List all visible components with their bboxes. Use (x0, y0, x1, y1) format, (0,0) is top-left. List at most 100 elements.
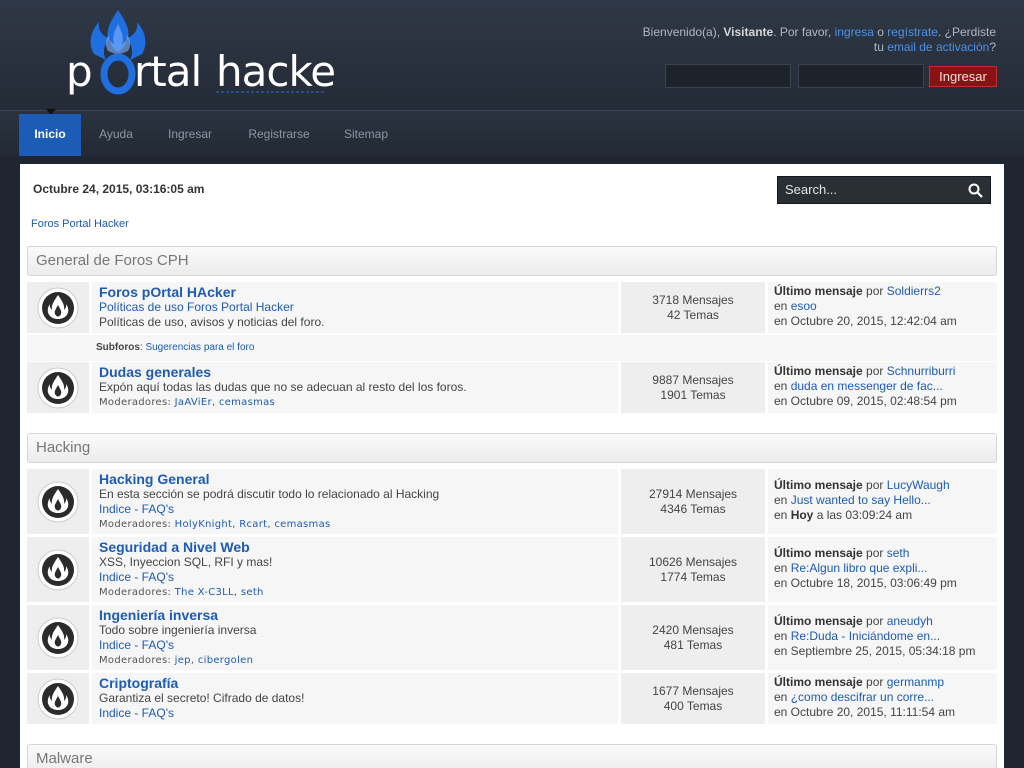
board-title-link[interactable]: Seguridad a Nivel Web (99, 540, 611, 555)
last-post-user-link[interactable]: LucyWaugh (887, 478, 950, 492)
board-row: Seguridad a Nivel Web XSS, Inyeccion SQL… (27, 537, 997, 602)
post-count: 9887 Mensajes (652, 372, 734, 387)
welcome-prefix: Bienvenido(a), (642, 25, 724, 39)
last-post-user-link[interactable]: Soldierrs2 (887, 284, 941, 298)
portal-hacker-logo[interactable]: p rtal hacker (66, 8, 336, 104)
moderator-link[interactable]: HolyKnight (175, 519, 233, 530)
board-faq-link[interactable]: Indice - FAQ's (99, 706, 611, 721)
moderator-link[interactable]: cibergolen (198, 655, 253, 666)
nav-item-registrarse[interactable]: Registrarse (236, 114, 322, 156)
board-stats: 3718 Mensajes 42 Temas (621, 282, 765, 333)
board-title-link[interactable]: Ingeniería inversa (99, 608, 611, 623)
last-post-topic-link[interactable]: Just wanted to say Hello... (791, 493, 931, 507)
nav-item-ingresar[interactable]: Ingresar (157, 114, 223, 156)
current-date: Octubre 24, 2015, 03:16:05 am (33, 182, 205, 196)
moderator-link[interactable]: jep (175, 655, 191, 666)
board-icon-cell (27, 673, 89, 724)
last-post-by: por (862, 478, 887, 492)
last-post-topic-link[interactable]: esoo (791, 299, 817, 313)
subboards-label: Subforos (96, 342, 140, 353)
board-icon-cell (27, 362, 89, 413)
login-button[interactable]: Ingresar (929, 66, 997, 87)
category-header-hacking[interactable]: Hacking (27, 433, 997, 463)
last-post-label: Último mensaje (774, 546, 863, 560)
activation-email-link[interactable]: email de activación (887, 40, 989, 54)
last-post-topic-link[interactable]: Re:Duda - Iniciándome en... (791, 629, 940, 643)
board-stats: 2420 Mensajes 481 Temas (621, 605, 765, 670)
logo-text: p (66, 47, 92, 96)
last-post-by: por (862, 546, 887, 560)
breadcrumb-home-link[interactable]: Foros Portal Hacker (31, 218, 129, 230)
login-link[interactable]: ingresa (835, 25, 874, 39)
search-input[interactable]: Search... (777, 176, 991, 204)
board-description: Expón aquí todas las dudas que no se ade… (99, 380, 467, 394)
subboard-link[interactable]: Sugerencias para el foro (145, 342, 254, 353)
nav-item-ayuda[interactable]: Ayuda (88, 114, 144, 156)
board-row: Foros pOrtal HAcker Políticas de uso For… (27, 282, 997, 333)
board-title-link[interactable]: Hacking General (99, 472, 611, 487)
last-post-topic-link[interactable]: Re:Algun libro que expli... (791, 561, 928, 575)
search-icon[interactable] (968, 183, 983, 198)
nav-item-inicio[interactable]: Inicio (19, 114, 81, 156)
last-post-in: en (774, 379, 791, 393)
last-post-label: Último mensaje (774, 284, 863, 298)
board-description: Todo sobre ingeniería inversa (99, 623, 257, 637)
board-info: Hacking General En esta sección se podrá… (92, 469, 618, 534)
board-flame-icon[interactable] (37, 617, 79, 659)
moderator-link[interactable]: cemasmas (274, 519, 330, 530)
last-post-topic-link[interactable]: ¿como descifrar un corre... (791, 690, 934, 704)
moderator-link[interactable]: The X-C3LL (175, 587, 234, 598)
welcome-or: o (873, 25, 888, 39)
board-row: Dudas generales Expón aquí todas las dud… (27, 362, 997, 413)
moderators: Moderadores: jep, cibergolen (99, 655, 254, 666)
board-icon-cell (27, 469, 89, 534)
moderator-link[interactable]: JaAViEr (175, 397, 212, 408)
board-flame-icon[interactable] (37, 367, 79, 409)
post-count: 10626 Mensajes (648, 554, 738, 569)
board-title-link[interactable]: Foros pOrtal HAcker (99, 285, 611, 300)
last-post-date-today: Hoy (790, 508, 814, 522)
moderator-link[interactable]: Rcart (239, 519, 267, 530)
board-flame-icon[interactable] (37, 678, 79, 720)
search-placeholder: Search... (785, 182, 838, 197)
category-header-malware[interactable]: Malware (27, 744, 997, 768)
category-header-general[interactable]: General de Foros CPH (27, 246, 997, 276)
last-post-date: a las 03:09:24 am (813, 508, 913, 522)
welcome-tail: . ¿Perdiste (937, 25, 996, 39)
topic-count: 4346 Temas (660, 501, 726, 516)
board-row: Ingeniería inversa Todo sobre ingeniería… (27, 605, 997, 670)
board-flame-icon[interactable] (37, 481, 79, 523)
register-link[interactable]: regístrate (887, 25, 938, 39)
board-title-link[interactable]: Dudas generales (99, 365, 611, 380)
board-stats: 1677 Mensajes 400 Temas (621, 673, 765, 724)
last-post-date: en Octubre 20, 2015, 12:42:04 am (774, 314, 957, 328)
last-post-date: en Octubre 09, 2015, 02:48:54 pm (774, 394, 957, 408)
board-row: Criptografía Garantiza el secreto! Cifra… (27, 673, 997, 724)
visitor-name: Visitante (723, 25, 774, 39)
board-title-link[interactable]: Criptografía (99, 676, 611, 691)
welcome-line2-prefix: tu (873, 40, 888, 54)
last-post-user-link[interactable]: seth (887, 546, 910, 560)
breadcrumb: Foros Portal Hacker (31, 218, 129, 230)
post-count: 3718 Mensajes (652, 292, 734, 307)
topic-count: 1901 Temas (660, 387, 726, 402)
board-faq-link[interactable]: Indice - FAQ's (99, 638, 611, 653)
subboards-row: Subforos: Sugerencias para el foro (27, 335, 997, 361)
last-post-user-link[interactable]: germanmp (887, 675, 944, 689)
moderators: Moderadores: HolyKnight, Rcart, cemasmas (99, 519, 331, 530)
username-field[interactable] (665, 64, 791, 88)
last-post-topic-link[interactable]: duda en messenger de fac... (791, 379, 943, 393)
last-post-user-link[interactable]: aneudyh (887, 614, 933, 628)
moderator-link[interactable]: seth (241, 587, 264, 598)
board-flame-icon[interactable] (37, 549, 79, 591)
board-faq-link[interactable]: Indice - FAQ's (99, 502, 611, 517)
board-faq-link[interactable]: Indice - FAQ's (99, 570, 611, 585)
last-post-by: por (862, 364, 887, 378)
board-flame-icon[interactable] (37, 287, 79, 329)
board-sub-link[interactable]: Políticas de uso Foros Portal Hacker (99, 300, 611, 315)
moderator-link[interactable]: cemasmas (219, 397, 275, 408)
nav-item-sitemap[interactable]: Sitemap (333, 114, 399, 156)
last-post-user-link[interactable]: Schnurriburri (887, 364, 956, 378)
last-post-in: en (774, 690, 791, 704)
password-field[interactable] (798, 64, 924, 88)
